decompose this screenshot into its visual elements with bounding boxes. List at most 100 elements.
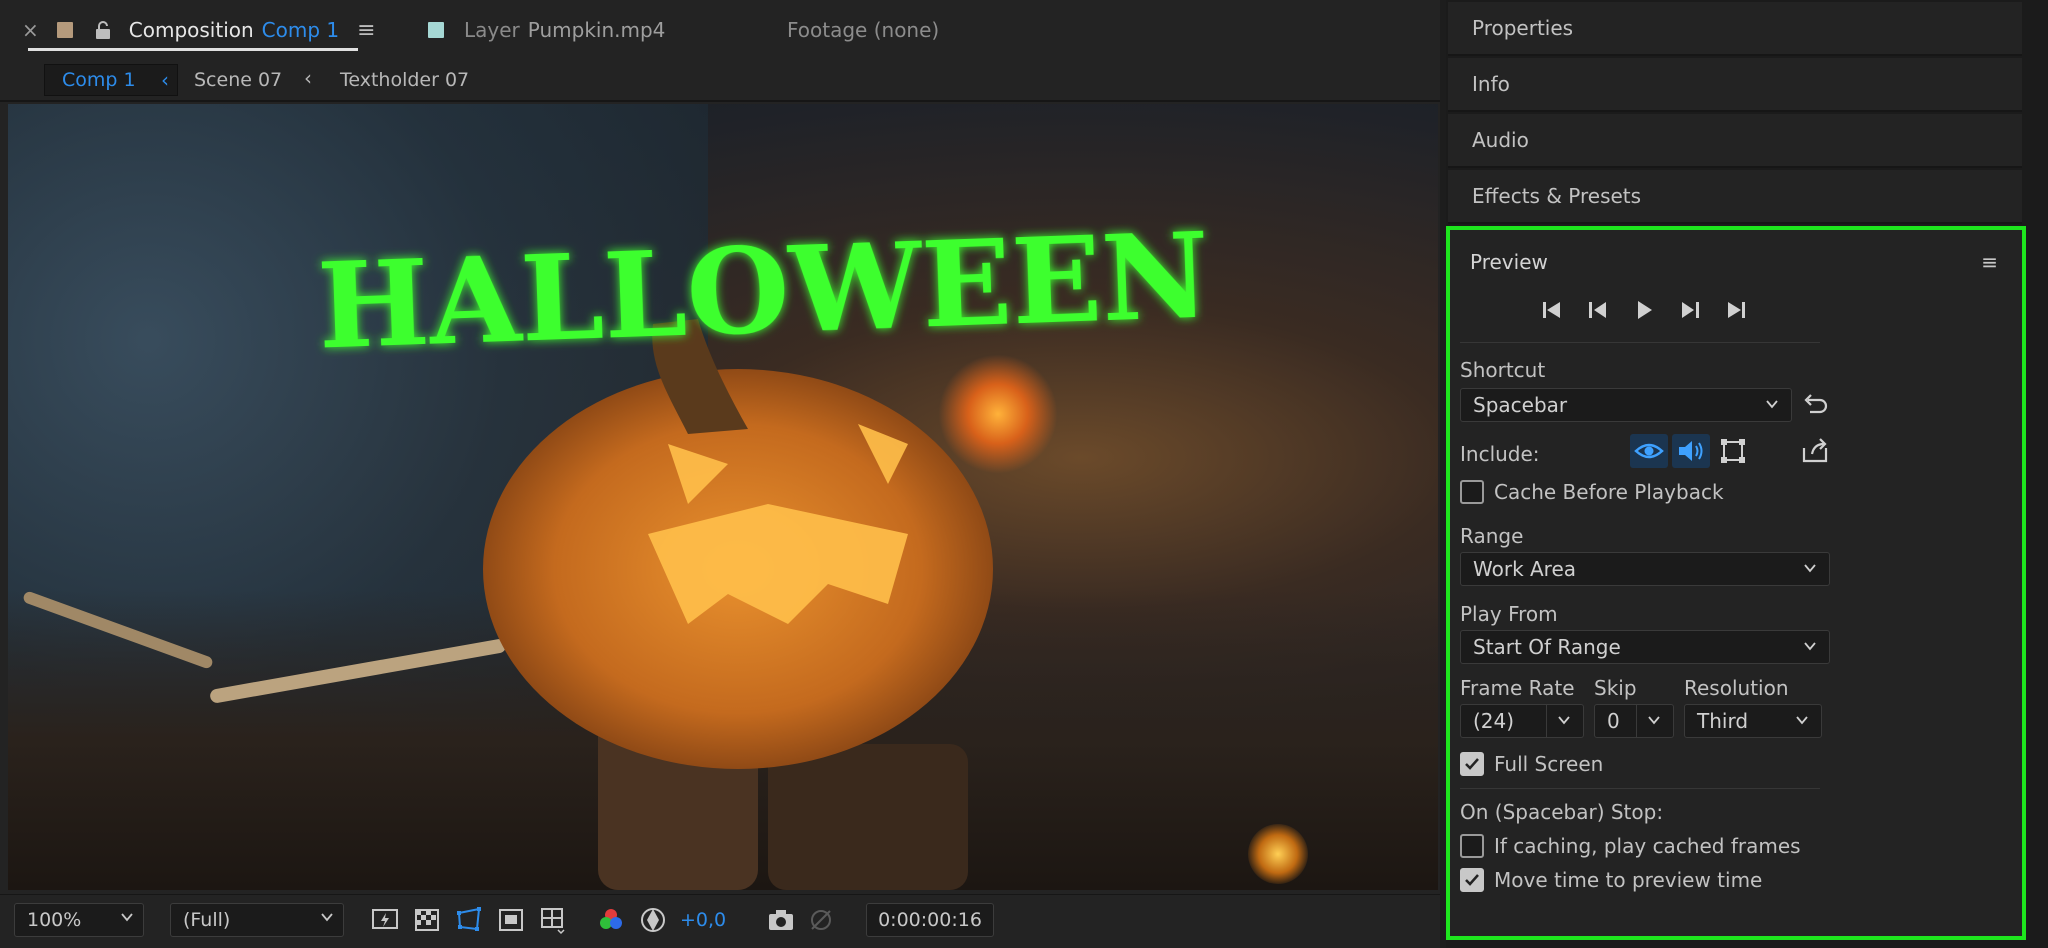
breadcrumb-textholder-07[interactable]: Textholder 07 [340,64,469,96]
include-video-toggle[interactable] [1630,434,1668,468]
info-panel-header[interactable]: Info [1448,58,2022,112]
checkmark-icon [1465,758,1479,770]
active-tab-indicator [28,48,358,51]
skip-value: 0 [1607,709,1620,733]
layer-tab-title: Layer [464,18,520,42]
include-label: Include: [1460,442,1540,466]
chevron-down-icon [1648,716,1660,725]
frame-rate-value: (24) [1473,709,1515,733]
checkbox-box[interactable] [1460,752,1484,776]
shortcut-value: Spacebar [1473,393,1568,417]
include-toggles [1630,434,1750,468]
resolution-value: (Full) [183,909,231,931]
reset-exposure-icon[interactable] [638,905,668,935]
speaker-icon [1679,441,1703,461]
lock-icon[interactable] [95,20,111,40]
footage-tab[interactable]: Footage (none) [787,16,939,44]
chevron-down-icon [1804,642,1816,651]
divider [1460,342,1820,343]
shortcut-dropdown[interactable]: Spacebar [1460,388,1792,422]
previous-frame-icon[interactable] [1584,296,1612,324]
first-frame-icon[interactable] [1538,296,1566,324]
full-screen-checkbox[interactable]: Full Screen [1460,752,1603,776]
cache-before-playback-label: Cache Before Playback [1494,480,1724,504]
cache-before-playback-checkbox[interactable]: Cache Before Playback [1460,480,1724,504]
divider [1546,705,1547,737]
breadcrumb-comp-1[interactable]: Comp 1 ‹ [44,64,178,96]
play-from-value: Start Of Range [1473,635,1621,659]
layer-tab[interactable]: Layer Pumpkin.mp4 [428,16,665,44]
range-dropdown[interactable]: Work Area [1460,552,1830,586]
on-stop-label: On (Spacebar) Stop: [1460,800,1664,824]
include-overlays-toggle[interactable] [1714,434,1752,468]
play-icon[interactable] [1630,296,1658,324]
skip-label: Skip [1594,676,1637,700]
show-snapshot-icon[interactable] [806,905,836,935]
export-preview-icon[interactable] [1800,436,1830,466]
preview-panel-title: Preview [1470,250,1548,274]
resolution-dropdown[interactable]: Third [1684,704,1822,738]
exposure-value[interactable]: +0,0 [680,909,726,931]
composition-tab[interactable]: × Composition Comp 1 ≡ [22,16,376,44]
range-label: Range [1460,524,1524,548]
composition-breadcrumb: Comp 1 ‹ Scene 07 ‹ Textholder 07 [0,58,1440,102]
next-frame-icon[interactable] [1676,296,1704,324]
effects-presets-panel-header[interactable]: Effects & Presets [1448,170,2022,224]
label-color-swatch[interactable] [56,22,73,38]
resolution-label: Resolution [1684,676,1789,700]
mask-visibility-icon[interactable] [454,905,484,935]
audio-panel-header[interactable]: Audio [1448,114,2022,168]
snapshot-camera-icon[interactable] [766,905,796,935]
checkbox-box[interactable] [1460,868,1484,892]
frame-rate-dropdown[interactable]: (24) [1460,704,1584,738]
chevron-down-icon [121,913,133,922]
composition-tab-name: Comp 1 [261,18,340,42]
checkbox-box[interactable] [1460,480,1484,504]
preview-panel: Preview ≡ Shortcut Spacebar Include: Cac… [1446,226,2026,940]
breadcrumb-label: Comp 1 [62,69,136,91]
frame-rate-label: Frame Rate [1460,676,1575,700]
shortcut-label: Shortcut [1460,358,1546,382]
full-screen-label: Full Screen [1494,752,1604,776]
label-color-swatch[interactable] [428,22,444,38]
chevron-left-icon: ‹ [304,66,312,90]
close-tab-icon[interactable]: × [22,18,39,42]
composition-panel: × Composition Comp 1 ≡ Layer Pumpkin.mp4… [0,0,1440,948]
composition-viewer[interactable]: HALLOWEEN [8,104,1438,890]
resolution-dropdown[interactable]: (Full) [170,903,344,937]
last-frame-icon[interactable] [1722,296,1750,324]
play-from-label: Play From [1460,602,1558,626]
chevron-down-icon [1766,400,1778,409]
if-caching-label: If caching, play cached frames [1494,834,1801,858]
scene-artwork: HALLOWEEN [23,206,1212,890]
current-time-display[interactable]: 0:00:00:16 [866,903,994,937]
magnification-value: 100% [27,909,82,931]
channel-rgb-icon[interactable] [596,905,626,935]
move-time-label: Move time to preview time [1494,868,1763,892]
chevron-down-icon [1558,716,1570,725]
if-caching-checkbox[interactable]: If caching, play cached frames [1460,834,1801,858]
panel-scrollbar[interactable] [2026,0,2048,948]
panel-tab-bar: × Composition Comp 1 ≡ Layer Pumpkin.mp4… [0,0,1440,58]
move-time-checkbox[interactable]: Move time to preview time [1460,868,1762,892]
layer-tab-name: Pumpkin.mp4 [527,18,666,42]
fast-previews-icon[interactable] [370,905,400,935]
checkbox-box[interactable] [1460,834,1484,858]
divider [1460,788,1820,789]
chevron-down-icon [321,913,333,922]
reset-shortcut-icon[interactable] [1800,390,1830,420]
preview-panel-menu-icon[interactable]: ≡ [1981,250,1998,274]
composition-tab-title: Composition [128,18,254,42]
overlay-frame-icon [1721,439,1745,463]
magnification-dropdown[interactable]: 100% [14,903,144,937]
region-of-interest-icon[interactable] [496,905,526,935]
properties-panel-header[interactable]: Properties [1448,2,2022,56]
skip-dropdown[interactable]: 0 [1594,704,1674,738]
transparency-grid-icon[interactable] [412,905,442,935]
grid-guides-icon[interactable] [538,905,568,935]
panel-menu-icon[interactable]: ≡ [357,18,375,43]
play-from-dropdown[interactable]: Start Of Range [1460,630,1830,664]
breadcrumb-scene-07[interactable]: Scene 07 [194,64,282,96]
range-value: Work Area [1473,557,1577,581]
include-audio-toggle[interactable] [1672,434,1710,468]
